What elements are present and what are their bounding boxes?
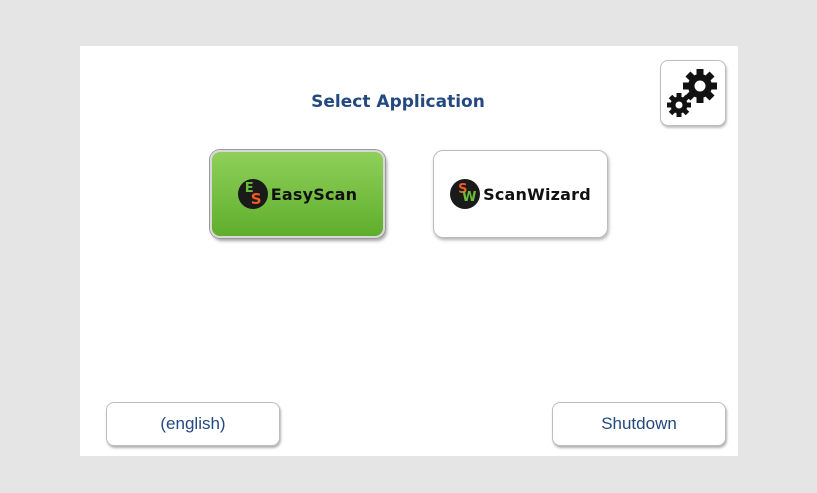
easyscan-label: EasyScan xyxy=(270,184,358,204)
shutdown-button[interactable]: Shutdown xyxy=(552,402,726,446)
gears-icon xyxy=(667,69,717,117)
easyscan-app-button[interactable]: E S EasyScan xyxy=(210,150,385,238)
scanwizard-app-button[interactable]: S W ScanWizard xyxy=(433,150,608,238)
scanwizard-label: ScanWizard xyxy=(483,184,591,204)
settings-button[interactable] xyxy=(660,60,726,126)
app-selection-panel: Select Application E S EasyScan S W Scan… xyxy=(80,46,738,456)
language-button[interactable]: (english) xyxy=(106,402,280,446)
scanwizard-logo-icon: S W xyxy=(450,179,481,209)
page-title: Select Application xyxy=(311,92,485,112)
easyscan-logo-icon: E S xyxy=(237,179,268,209)
